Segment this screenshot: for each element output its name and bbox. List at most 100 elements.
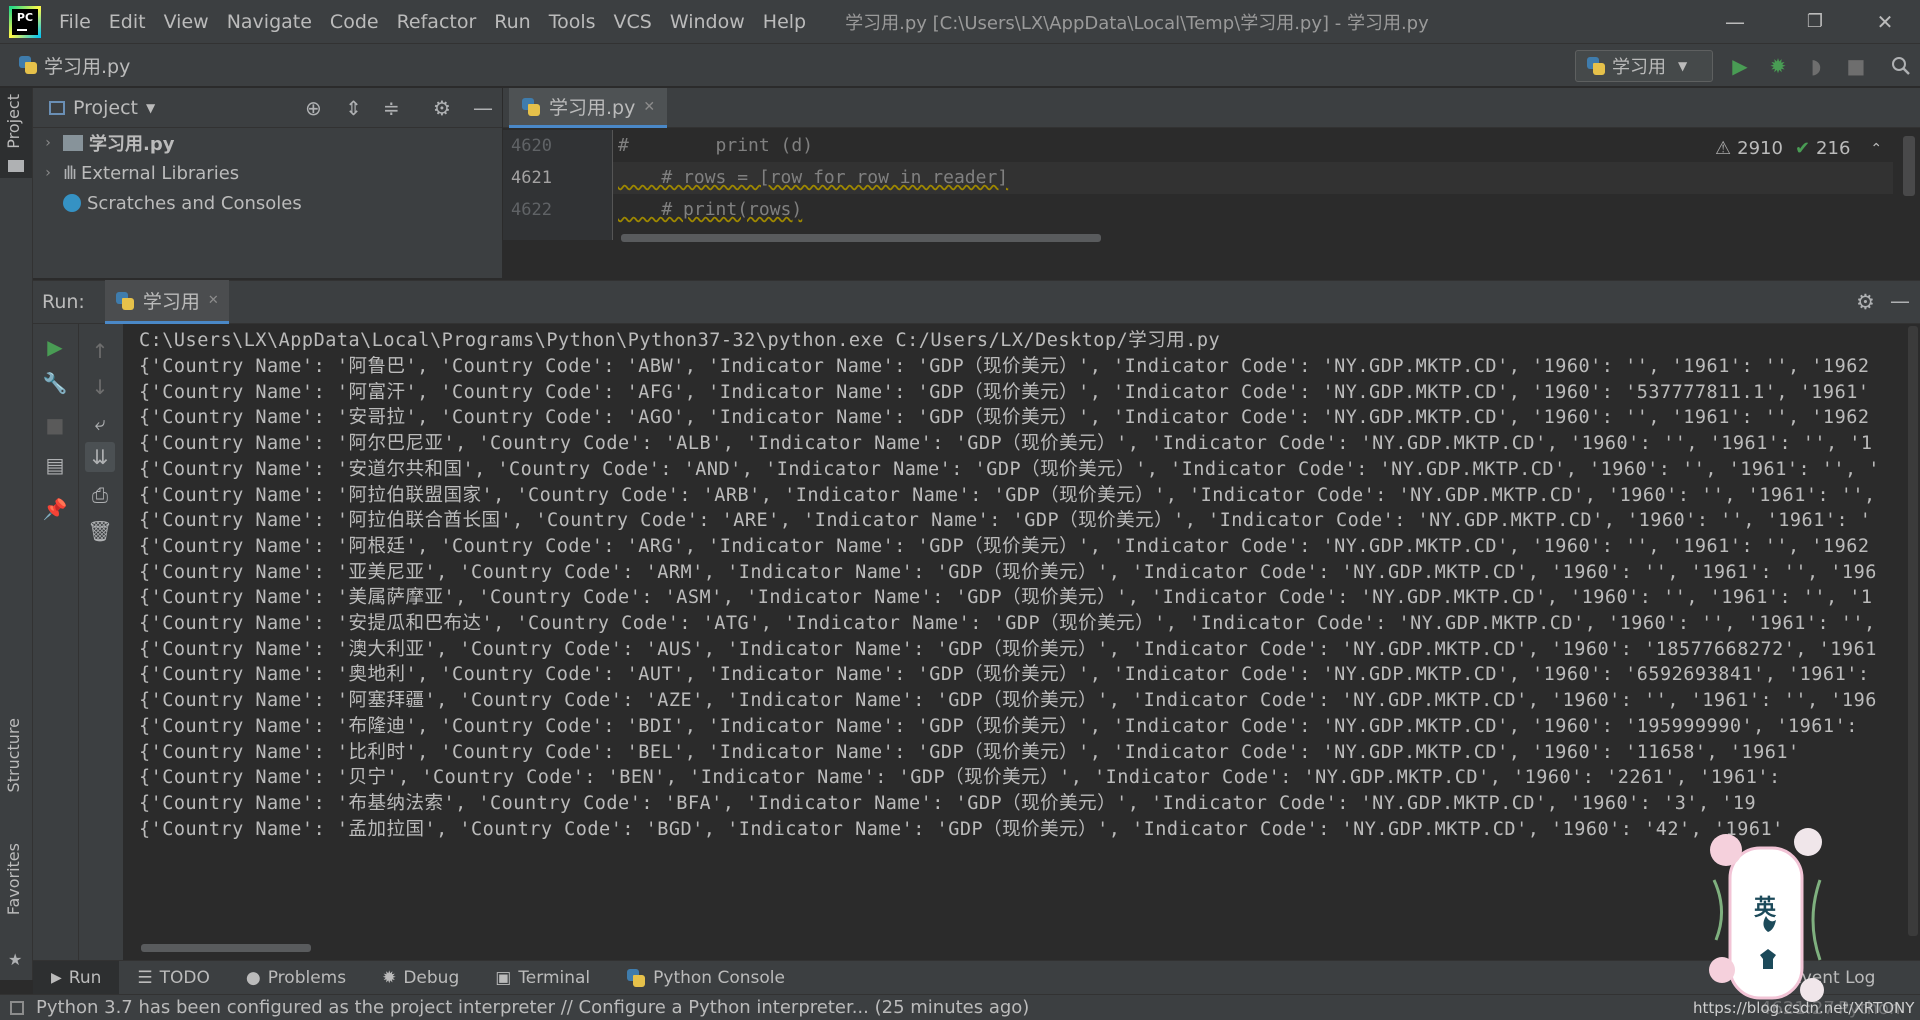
chevron-right-icon[interactable]: › [33,135,63,151]
gear-icon[interactable]: ⚙ [433,96,451,120]
locate-target-icon[interactable]: ⊕ [305,96,322,120]
down-arrow-icon[interactable]: ↓ [85,372,115,402]
breadcrumb-file[interactable]: 学习用.py [44,52,130,79]
tree-item[interactable]: › ıllı External Libraries [33,158,502,188]
project-view-icon [49,100,65,115]
menu-item-view[interactable]: View [155,11,218,33]
run-tab[interactable]: 学习用 ✕ [104,280,229,324]
interpreter-status[interactable]: Python 3.7 [1838,998,1920,1020]
favorites-tool-tab[interactable]: Favorites [4,843,23,915]
menu-item-vcs[interactable]: VCS [605,11,661,33]
collapse-all-icon[interactable]: ≑ [383,96,400,120]
tree-item[interactable]: Scratches and Consoles [33,188,502,218]
folder-icon [8,160,24,172]
python-icon [626,968,646,988]
debug-bug-icon[interactable]: ✹ [1765,53,1791,79]
code-line[interactable]: # rows = [row for row in reader] [618,162,1008,194]
hide-panel-icon[interactable]: — [473,96,493,120]
layout-icon[interactable]: ▤ [40,450,70,480]
console-line: {'Country Name': '孟加拉国', 'Country Code':… [139,818,1784,840]
code-line[interactable]: # print (d) [618,130,1008,162]
window-title: 学习用.py [C:\Users\LX\AppData\Local\Temp\学… [845,12,1429,34]
search-icon[interactable] [1888,53,1914,79]
editor-tabs: 学习用.py ✕ [503,88,1920,128]
menu-item-edit[interactable]: Edit [100,11,155,33]
run-tab-label: 学习用 [142,291,200,313]
close-tab-icon[interactable]: ✕ [208,293,219,308]
menu-item-refactor[interactable]: Refactor [388,11,486,33]
soft-wrap-icon[interactable]: ⤶ [85,408,115,438]
console-vertical-scrollbar[interactable] [1908,326,1918,936]
expand-all-icon[interactable]: ⇕ [345,96,362,120]
code-area[interactable]: # print (d) # rows = [row for row in rea… [618,130,1008,226]
hide-panel-icon[interactable]: — [1890,289,1910,313]
debug-bug-icon: ✹ [382,967,397,988]
menu-item-run[interactable]: Run [485,11,539,33]
breadcrumb[interactable]: 学习用.py [18,52,130,79]
project-view-select[interactable]: Project [73,97,138,119]
status-message[interactable]: Python 3.7 has been configured as the pr… [36,997,1029,1018]
close-window-button[interactable]: ✕ [1850,0,1920,43]
coverage-icon[interactable]: ◗ [1803,53,1829,79]
close-tab-icon[interactable]: ✕ [643,99,655,115]
minimize-button[interactable]: — [1700,0,1770,43]
menu-item-code[interactable]: Code [321,11,388,33]
project-panel-header: Project ▼ ⊕ ⇕ ≑ ⚙ — [33,88,502,128]
console-output[interactable]: C:\Users\LX\AppData\Local\Programs\Pytho… [123,324,1920,980]
previous-highlight-icon[interactable]: ⌃ [1870,141,1882,157]
info-icon: ● [245,967,261,988]
editor-horizontal-scrollbar[interactable] [621,234,1101,242]
left-tool-strip: Project Structure Favorites ★ [0,88,33,980]
scroll-to-end-icon[interactable]: ⇊ [85,442,115,472]
console-line: {'Country Name': '阿拉伯联盟国家', 'Country Cod… [139,484,1876,506]
print-icon[interactable]: ⎙ [85,480,115,510]
run-label: Run: [42,291,85,313]
structure-tool-tab[interactable]: Structure [4,718,23,792]
wrench-icon[interactable]: 🔧 [40,368,70,398]
menu-item-file[interactable]: File [50,11,100,33]
tool-tab-debug[interactable]: ✹ Debug [364,961,477,995]
editor-tab[interactable]: 学习用.py ✕ [509,88,668,128]
chevron-down-icon[interactable]: ▼ [146,101,155,115]
console-command-line: C:\Users\LX\AppData\Local\Programs\Pytho… [139,330,1221,351]
run-configuration-select[interactable]: 学习用 ▼ [1575,50,1713,82]
warning-icon: ⚠ [1715,138,1732,159]
project-tool-tab[interactable]: Project [0,88,32,178]
tool-tab-problems[interactable]: ● Problems [228,961,364,995]
trash-icon[interactable]: 🗑 [85,516,115,546]
inspection-widget[interactable]: ⚠ 2910 ✔ 216 ⌃ ⌄ [1715,138,1912,159]
console-horizontal-scrollbar[interactable] [141,944,311,952]
run-configuration-label: 学习用 [1612,57,1666,78]
tree-item[interactable]: › 学习用.py [33,128,502,158]
tool-tab-terminal[interactable]: ▣ Terminal [477,961,608,995]
menu-item-window[interactable]: Window [661,11,754,33]
chevron-right-icon[interactable]: › [33,165,63,181]
project-tool-label[interactable]: Project [4,94,23,149]
console-line: {'Country Name': '贝宁', 'Country Code': '… [139,767,1781,789]
stop-icon[interactable]: ■ [1843,53,1869,79]
menu-item-tools[interactable]: Tools [540,11,605,33]
tool-tab-label: Python Console [653,967,785,988]
gear-icon[interactable]: ⚙ [1856,290,1875,314]
tree-item-label: External Libraries [81,162,240,184]
up-arrow-icon[interactable]: ↑ [85,336,115,366]
menu-item-help[interactable]: Help [754,11,815,33]
pin-icon[interactable]: 📌 [40,494,70,524]
rerun-icon[interactable]: ▶ [40,332,70,362]
tool-tab-run[interactable]: ▶ Run [33,960,120,995]
console-line: {'Country Name': '安提瓜和巴布达', 'Country Cod… [139,613,1876,634]
stop-icon[interactable]: ■ [40,410,70,440]
console-line: {'Country Name': '阿富汗', 'Country Code': … [139,381,1870,403]
editor: 学习用.py ✕ 4620 4621 4622 # print (d) # ro… [503,88,1920,278]
restore-button[interactable]: ❐ [1780,0,1850,43]
code-line[interactable]: # print(rows) [618,194,1008,226]
console-line: {'Country Name': '阿塞拜疆', 'Country Code':… [139,690,1877,712]
menu-item-navigate[interactable]: Navigate [218,11,321,33]
tool-tab-python-console[interactable]: Python Console [608,961,803,995]
chevron-down-icon: ▼ [1678,59,1688,73]
editor-vertical-scrollbar[interactable] [1903,136,1915,196]
toggle-tool-windows-icon[interactable] [10,1000,24,1015]
tool-tab-todo[interactable]: ☰ TODO [119,961,228,995]
list-icon: ☰ [137,967,153,988]
run-icon[interactable]: ▶ [1727,53,1753,79]
